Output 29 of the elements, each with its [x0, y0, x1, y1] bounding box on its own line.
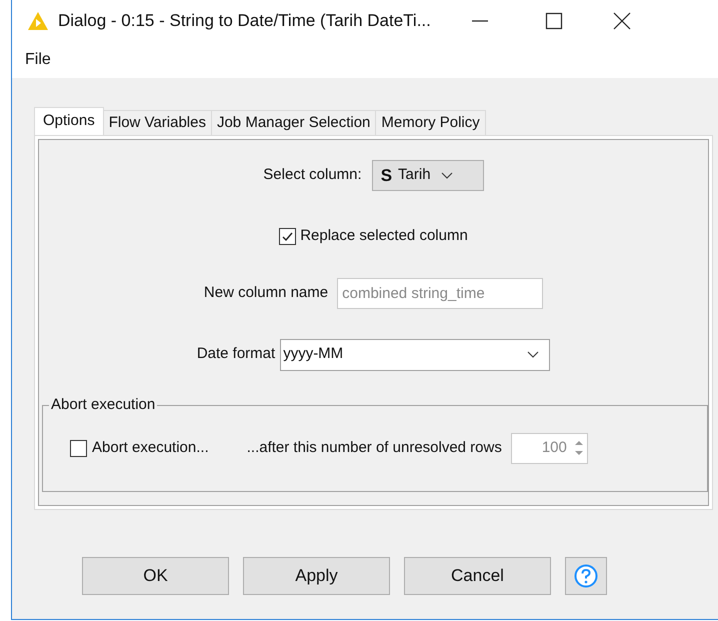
replace-column-label: Replace selected column: [300, 226, 468, 246]
date-format-combo[interactable]: yyyy-MM: [280, 338, 550, 370]
tab[interactable]: Options: [34, 107, 104, 135]
select-column-label: Select column:: [263, 165, 362, 186]
abort-execution-label: Abort execution...: [92, 438, 209, 458]
help-icon: [574, 564, 598, 588]
help-button[interactable]: [565, 557, 607, 595]
unresolved-rows-label: ...after this number of unresolved rows: [246, 438, 502, 458]
tab[interactable]: Job Manager Selection: [212, 110, 376, 135]
tab[interactable]: Memory Policy: [376, 110, 486, 135]
string-type-label: S: [380, 164, 392, 187]
tab[interactable]: Flow Variables: [104, 110, 212, 135]
dialog-button[interactable]: OK: [82, 557, 229, 595]
maximize-icon[interactable]: [544, 12, 563, 30]
chevron-down-icon: [527, 350, 540, 358]
menu-item[interactable]: File: [25, 48, 51, 72]
dialog-button[interactable]: Cancel: [404, 557, 551, 595]
app-logo-icon: [27, 11, 49, 31]
close-icon[interactable]: [612, 12, 631, 30]
column-value: Tarih: [398, 165, 431, 186]
rows-value: 100: [540, 438, 568, 458]
checkbox[interactable]: [279, 228, 296, 245]
dialog-button[interactable]: Apply: [243, 557, 390, 595]
date-format-label: Date format: [196, 344, 276, 364]
date-format-value: yyyy-MM: [283, 344, 344, 364]
new-column-name-label: New column name: [204, 282, 328, 303]
column-dropdown[interactable]: S Tarih: [372, 160, 484, 191]
chevron-down-icon: [440, 172, 453, 180]
window-title: Dialog - 0:15 - String to Date/Time (Tarih DateTi...: [58, 10, 431, 32]
